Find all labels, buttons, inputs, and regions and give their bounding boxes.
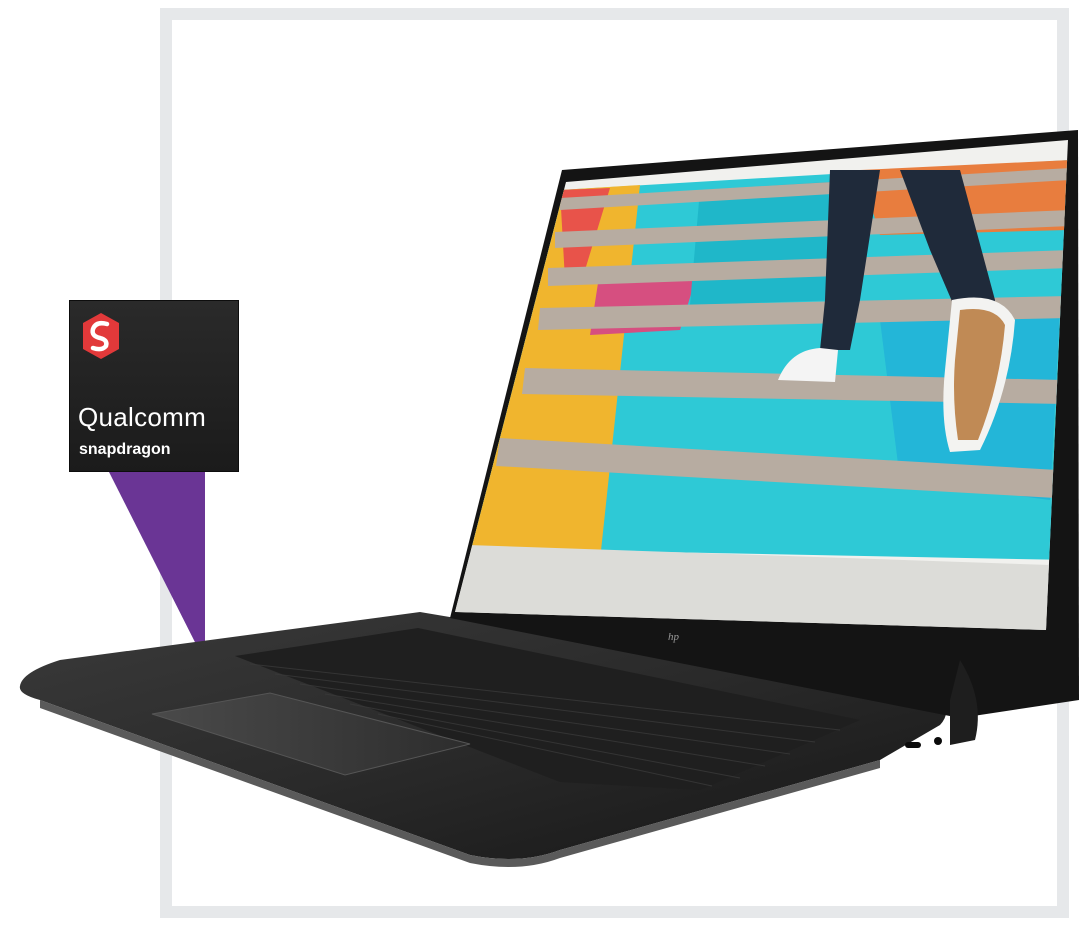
usb-port (905, 742, 921, 748)
badge-brand-text: Qualcomm (78, 402, 207, 432)
screen-image (455, 140, 1068, 630)
badge-pointer (108, 470, 205, 662)
badge-sub-text: snapdragon (79, 441, 171, 458)
snapdragon-logo-icon (83, 313, 119, 359)
qualcomm-snapdragon-badge: Qualcomm snapdragon (69, 300, 239, 472)
hp-logo-icon: hp (668, 631, 680, 643)
audio-jack (934, 737, 942, 745)
